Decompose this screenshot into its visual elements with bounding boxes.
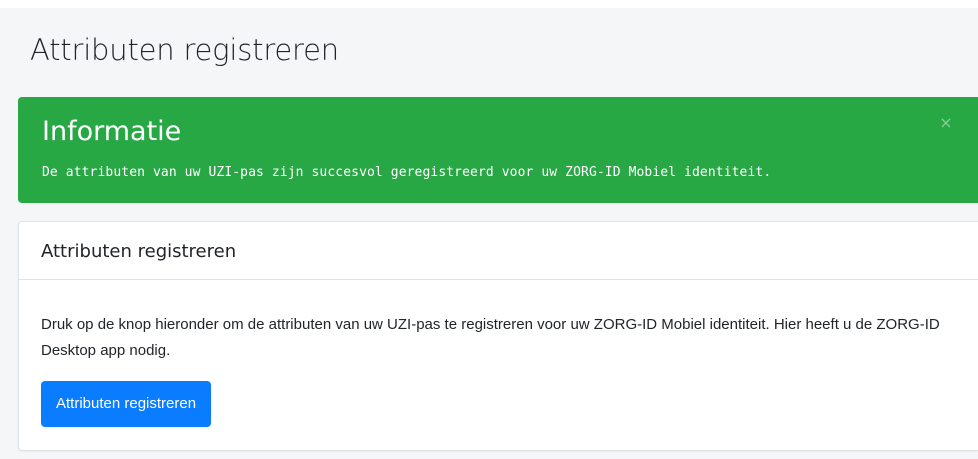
register-attributes-button[interactable]: Attributen registreren (41, 381, 212, 427)
card-title: Attributen registreren (41, 241, 237, 262)
card-header: Attributen registreren (19, 222, 978, 280)
register-card: Attributen registreren Druk op de knop h… (18, 221, 978, 451)
page-title: Attributen registreren (30, 33, 339, 67)
card-description: Druk op de knop hieronder om de attribut… (41, 316, 940, 359)
close-icon[interactable]: × (938, 115, 954, 131)
alert-heading: Informatie (42, 116, 182, 147)
success-alert: Informatie De attributen van uw UZI-pas … (18, 97, 978, 203)
page: Attributen registreren Informatie De att… (0, 8, 978, 459)
alert-message: De attributen van uw UZI-pas zijn succes… (42, 165, 772, 180)
